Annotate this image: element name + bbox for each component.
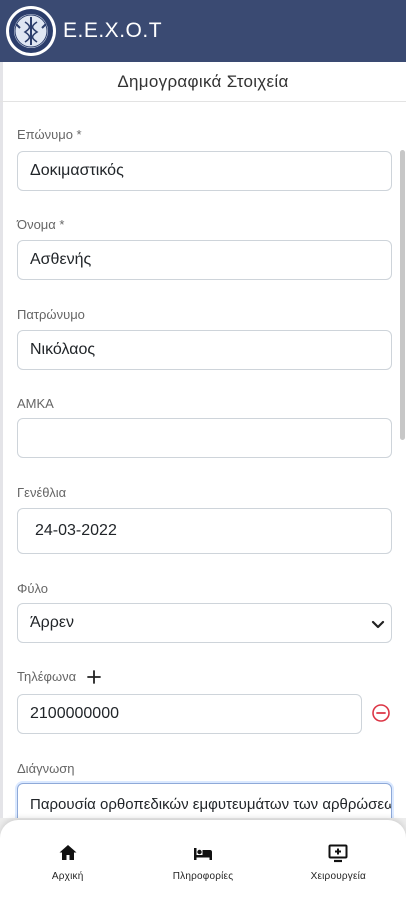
name-label: Όνομα *: [17, 217, 65, 232]
scrollbar[interactable]: [400, 150, 405, 440]
nav-item-home[interactable]: Αρχική: [0, 820, 135, 900]
nav-item-info[interactable]: Πληροφορίες: [135, 820, 270, 900]
phones-label: Τηλέφωνα: [17, 669, 77, 684]
amka-input[interactable]: [17, 418, 392, 458]
minus-circle-icon[interactable]: [371, 703, 391, 723]
app-title: Ε.Ε.Χ.Ο.Τ: [63, 19, 163, 42]
nav-item-surgeries[interactable]: Χειρουργεία: [271, 820, 406, 900]
bottom-nav: Αρχική Πληροφορίες Χειρουργεία: [0, 820, 406, 900]
diagnosis-label: Διάγνωση: [17, 761, 75, 776]
fathers-name-input[interactable]: Νικόλαος: [17, 330, 392, 370]
fathers-name-label: Πατρώνυμο: [17, 307, 85, 322]
page-edge: [0, 62, 3, 900]
gender-select[interactable]: Άρρεν: [17, 603, 392, 643]
nav-label-surgeries: Χειρουργεία: [310, 870, 367, 882]
amka-label: ΑΜΚΑ: [17, 396, 54, 411]
monitor-plus-icon: [328, 844, 348, 862]
phone-input[interactable]: 2100000000: [17, 694, 362, 734]
home-icon: [59, 844, 77, 860]
name-input[interactable]: Ασθενής: [17, 240, 392, 280]
gender-label: Φύλο: [17, 581, 49, 596]
emblem-logo: [6, 6, 56, 56]
nav-label-home: Αρχική: [51, 870, 84, 882]
nav-label-info: Πληροφορίες: [172, 870, 234, 882]
plus-icon[interactable]: [86, 669, 102, 685]
birthdate-label: Γενέθλια: [17, 485, 67, 500]
gender-select-value: Άρρεν: [30, 614, 75, 631]
app-header: Ε.Ε.Χ.Ο.Τ: [0, 0, 406, 62]
bed-icon: [193, 847, 212, 860]
birthdate-input[interactable]: 24-03-2022: [17, 508, 392, 554]
section-title: Δημογραφικά Στοιχεία: [0, 62, 406, 102]
surname-input[interactable]: Δοκιμαστικός: [17, 151, 392, 191]
chevron-down-icon: [371, 620, 385, 629]
surname-label: Επώνυμο *: [17, 127, 82, 142]
